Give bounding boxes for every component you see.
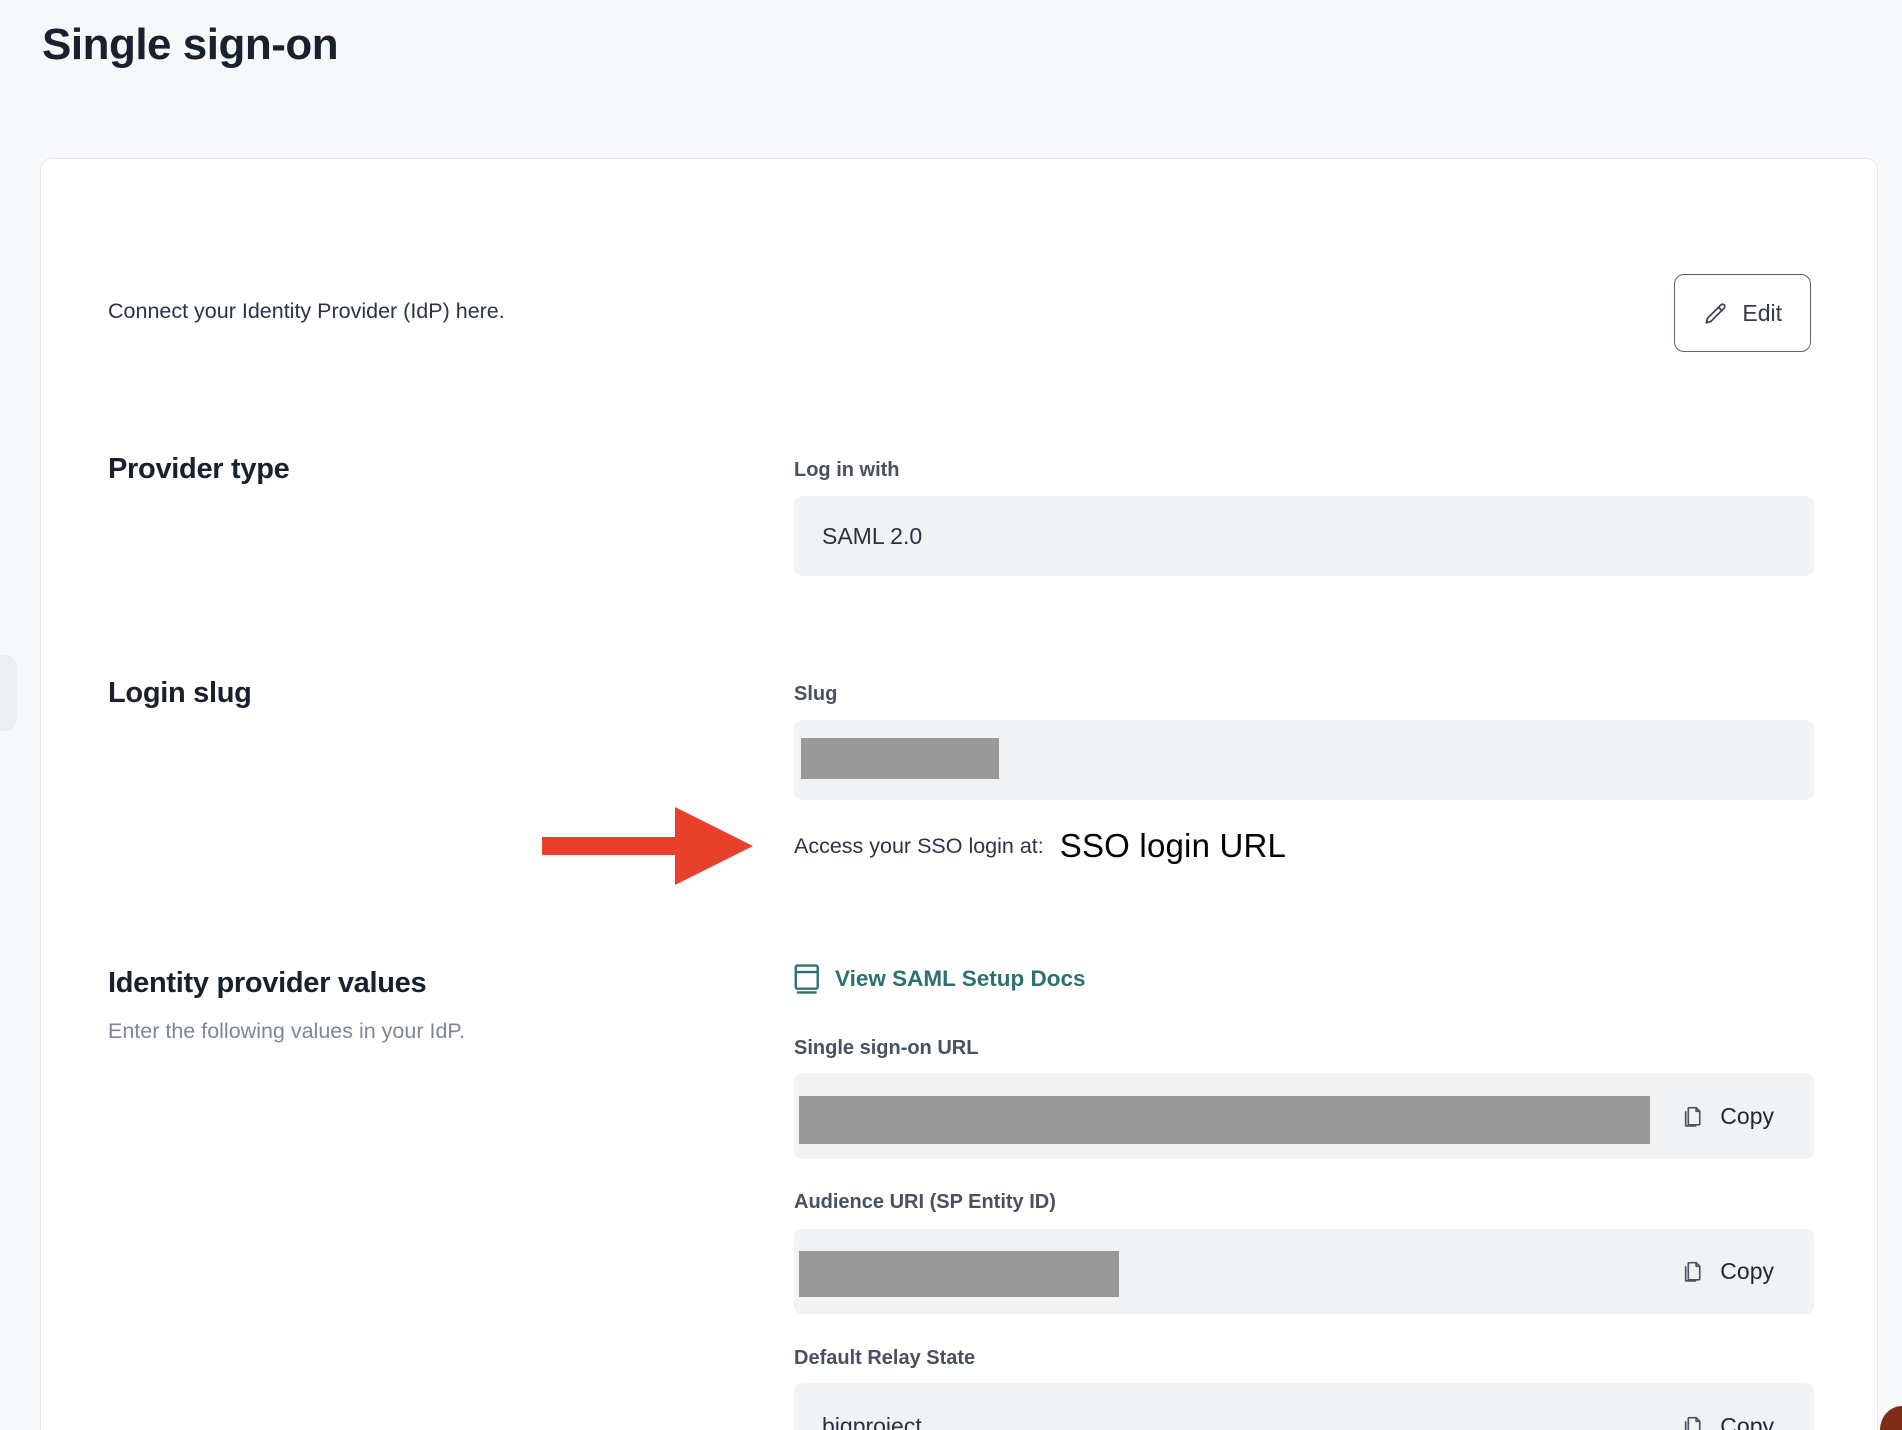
slug-field [794,720,1814,800]
idp-values-subheading: Enter the following values in your IdP. [108,1019,465,1044]
redacted-value-bar [801,738,999,779]
audience-uri-label: Audience URI (SP Entity ID) [794,1191,1056,1214]
audience-uri-field: Copy [794,1229,1814,1314]
saml-docs-link[interactable]: View SAML Setup Docs [794,964,1085,994]
saml-docs-link-label: View SAML Setup Docs [835,966,1085,992]
idp-values-heading: Identity provider values [108,967,426,1000]
sso-settings-card: Connect your Identity Provider (IdP) her… [40,158,1878,1430]
copy-icon [1681,1414,1706,1430]
access-login-text: Access your SSO login at: [794,834,1044,859]
annotation-arrow [542,837,679,855]
login-with-label: Log in with [794,459,900,482]
default-relay-state-value: bigproject [822,1383,922,1430]
page-title: Single sign-on [42,20,338,70]
edit-button-label: Edit [1742,300,1782,327]
edit-button[interactable]: Edit [1674,274,1811,352]
copy-audience-uri-button[interactable]: Copy [1681,1229,1774,1314]
copy-sso-url-button[interactable]: Copy [1681,1073,1774,1159]
provider-type-heading: Provider type [108,453,289,486]
intro-text: Connect your Identity Provider (IdP) her… [108,299,505,324]
sso-url-field: Copy [794,1073,1814,1159]
pencil-icon [1703,300,1729,326]
copy-relay-state-button[interactable]: Copy [1681,1383,1774,1430]
left-edge-drawer-handle[interactable] [0,655,17,731]
copy-button-label: Copy [1720,1413,1774,1430]
login-with-value: SAML 2.0 [822,496,922,576]
redacted-value-bar [799,1251,1119,1297]
default-relay-state-field: bigproject Copy [794,1383,1814,1430]
docs-icon [794,964,820,994]
redacted-value-bar [799,1096,1650,1144]
slug-label: Slug [794,683,837,706]
copy-icon [1681,1259,1706,1284]
corner-annotation-wedge [1880,1406,1902,1430]
sso-url-label: Single sign-on URL [794,1037,978,1060]
login-slug-heading: Login slug [108,677,252,710]
copy-icon [1681,1104,1706,1129]
login-with-field: SAML 2.0 [794,496,1814,576]
access-login-line: Access your SSO login at: SSO login URL [794,821,1286,871]
annotation-arrow-head [675,807,753,885]
copy-button-label: Copy [1720,1258,1774,1285]
copy-button-label: Copy [1720,1103,1774,1130]
default-relay-state-label: Default Relay State [794,1347,975,1370]
sso-login-url-annotation: SSO login URL [1060,827,1286,865]
